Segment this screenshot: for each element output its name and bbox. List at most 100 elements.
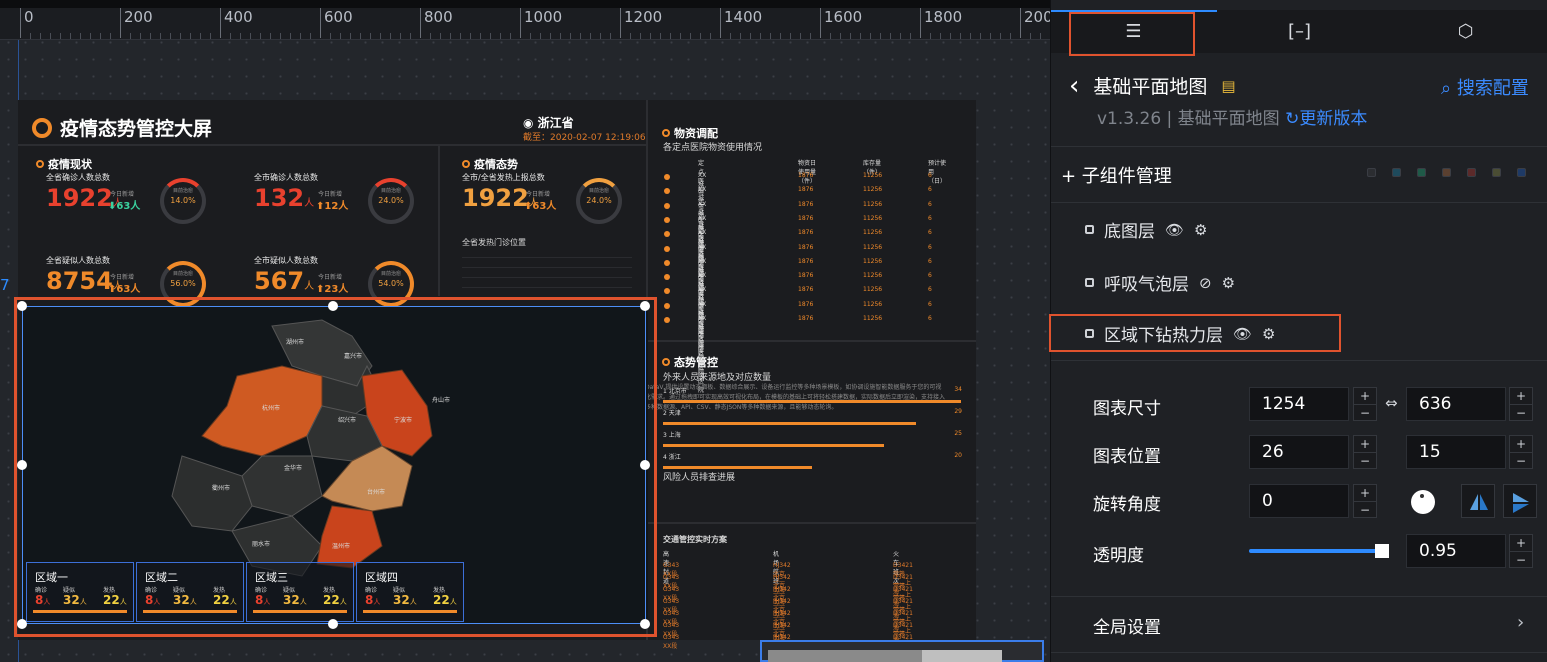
- bullet-icon: [664, 302, 670, 309]
- increment-button[interactable]: +: [1510, 436, 1532, 452]
- opacity-slider-track[interactable]: [1249, 549, 1382, 553]
- layer-item[interactable]: 呼吸气泡层 ⊘ ⚙: [1085, 270, 1235, 295]
- ruler-minor-tick: [250, 33, 251, 39]
- decrement-button[interactable]: −: [1510, 551, 1532, 567]
- decrement-button[interactable]: −: [1510, 404, 1532, 420]
- eye-off-icon[interactable]: ⊘: [1199, 274, 1212, 292]
- increment-button[interactable]: +: [1510, 388, 1532, 404]
- color-swatch[interactable]: [1417, 168, 1426, 177]
- width-stepper[interactable]: + −: [1353, 387, 1377, 421]
- ruler-minor-tick: [480, 33, 481, 39]
- resize-handle-b[interactable]: [328, 619, 338, 629]
- ruler-minor-tick: [890, 33, 891, 39]
- ruler-minor-tick: [170, 33, 171, 39]
- layer-checkbox[interactable]: [1085, 225, 1094, 234]
- opacity-input[interactable]: 0.95: [1406, 534, 1506, 568]
- x-stepper[interactable]: + −: [1353, 435, 1377, 469]
- layer-settings-icon[interactable]: ⚙: [1222, 274, 1235, 292]
- color-swatch[interactable]: [1392, 168, 1401, 177]
- decrement-button[interactable]: −: [1354, 501, 1376, 517]
- decrement-button[interactable]: −: [1510, 452, 1532, 468]
- height-input[interactable]: 636: [1406, 387, 1506, 421]
- ruler-minor-tick: [270, 33, 271, 39]
- update-version-link[interactable]: ↻更新版本: [1285, 109, 1367, 129]
- height-stepper[interactable]: + −: [1509, 387, 1533, 421]
- editor-canvas[interactable]: 0200400600800100012001400160018002000 7 …: [0, 0, 1050, 662]
- tab-interaction[interactable]: ⬡: [1383, 10, 1547, 53]
- rotate-input[interactable]: 0: [1249, 484, 1349, 518]
- supply-cell: 11256: [863, 200, 883, 208]
- section-trend-text: 疫情态势: [474, 158, 518, 171]
- position-label: 图表位置: [1093, 447, 1161, 467]
- resize-handle-br[interactable]: [640, 619, 650, 629]
- opacity-slider-handle[interactable]: [1375, 544, 1389, 558]
- color-swatch[interactable]: [1517, 168, 1526, 177]
- rank-value: 29: [954, 408, 962, 415]
- resize-handle-bl[interactable]: [17, 619, 27, 629]
- increment-button[interactable]: +: [1354, 436, 1376, 452]
- ruler-minor-tick: [560, 33, 561, 39]
- link-ratio-icon[interactable]: ⇔: [1385, 394, 1398, 412]
- supply-cell: 1876: [798, 243, 814, 251]
- increment-button[interactable]: +: [1510, 535, 1532, 551]
- color-swatch[interactable]: [1367, 168, 1376, 177]
- flip-h-icon: [1470, 494, 1488, 510]
- layer-settings-icon[interactable]: ⚙: [1194, 221, 1207, 239]
- progress-ring: 目前治愈 24.0%: [368, 178, 414, 224]
- layer-checkbox[interactable]: [1085, 278, 1094, 287]
- supplies-subtitle: 各定点医院物资使用情况: [663, 143, 763, 153]
- back-icon[interactable]: ‹: [1069, 73, 1079, 99]
- resize-handle-r[interactable]: [640, 460, 650, 470]
- minimap[interactable]: [760, 640, 1044, 662]
- supply-row: XX城市定点医院医院 1876 11256 6: [18, 199, 932, 280]
- color-swatch[interactable]: [1492, 168, 1501, 177]
- global-settings[interactable]: 全局设置: [1093, 613, 1161, 638]
- rotate-knob[interactable]: [1411, 490, 1435, 514]
- increment-button[interactable]: +: [1354, 388, 1376, 404]
- chevron-right-icon[interactable]: ›: [1517, 612, 1524, 633]
- x-input[interactable]: 26: [1249, 435, 1349, 469]
- y-input[interactable]: 15: [1406, 435, 1506, 469]
- rank-item: 3 上海 25: [660, 430, 962, 452]
- selection-box[interactable]: [22, 306, 646, 624]
- ring-value: 24.0%: [586, 196, 612, 205]
- resize-handle-l[interactable]: [17, 460, 27, 470]
- traffic-title: 交通管控实时方案: [663, 535, 727, 544]
- eye-icon[interactable]: 👁: [1165, 221, 1184, 239]
- resize-handle-t[interactable]: [328, 301, 338, 311]
- child-components-header[interactable]: + 子组件管理: [1061, 162, 1172, 188]
- search-config[interactable]: ⌕ 搜索配置: [1441, 74, 1529, 100]
- stat-label: 全市/全省发热上报总数: [462, 173, 545, 182]
- ruler-minor-tick: [100, 33, 101, 39]
- dashboard-title: 疫情态势管控大屏: [32, 114, 212, 141]
- supply-cell: 1876: [798, 257, 814, 265]
- flip-horizontal-button[interactable]: [1461, 484, 1495, 518]
- y-stepper[interactable]: + −: [1509, 435, 1533, 469]
- ruler-minor-tick: [640, 33, 641, 39]
- color-swatch[interactable]: [1442, 168, 1451, 177]
- ruler-major-tick: [720, 8, 721, 38]
- doc-icon[interactable]: ▤: [1221, 77, 1235, 95]
- layer-item[interactable]: 底图层 👁 ⚙: [1085, 217, 1208, 242]
- supply-row: XX城市定点医院医院 1876 11256 6: [18, 256, 932, 337]
- rotate-stepper[interactable]: + −: [1353, 484, 1377, 518]
- ruler-tick-label: 0: [24, 8, 34, 26]
- ring-value: 54.0%: [378, 279, 404, 288]
- tab-data[interactable]: [–]: [1217, 10, 1382, 53]
- supply-cell: 1876: [798, 172, 814, 179]
- increment-button[interactable]: +: [1354, 485, 1376, 501]
- color-swatch[interactable]: [1467, 168, 1476, 177]
- resize-handle-tr[interactable]: [640, 301, 650, 311]
- horizontal-ruler[interactable]: 0 200 400 600 800 1000 1200 1400 1600 1800 2000: [0, 8, 1050, 40]
- decrement-button[interactable]: −: [1354, 452, 1376, 468]
- ruler-minor-tick: [880, 33, 881, 39]
- flip-vertical-button[interactable]: [1503, 484, 1537, 518]
- ruler-minor-tick: [660, 33, 661, 39]
- opacity-stepper[interactable]: + −: [1509, 534, 1533, 568]
- supply-cell: 6: [928, 257, 932, 265]
- resize-handle-tl[interactable]: [17, 301, 27, 311]
- rank-bar: [663, 422, 917, 425]
- width-input[interactable]: 1254: [1249, 387, 1349, 421]
- decrement-button[interactable]: −: [1354, 404, 1376, 420]
- supply-cell: 6: [928, 272, 932, 280]
